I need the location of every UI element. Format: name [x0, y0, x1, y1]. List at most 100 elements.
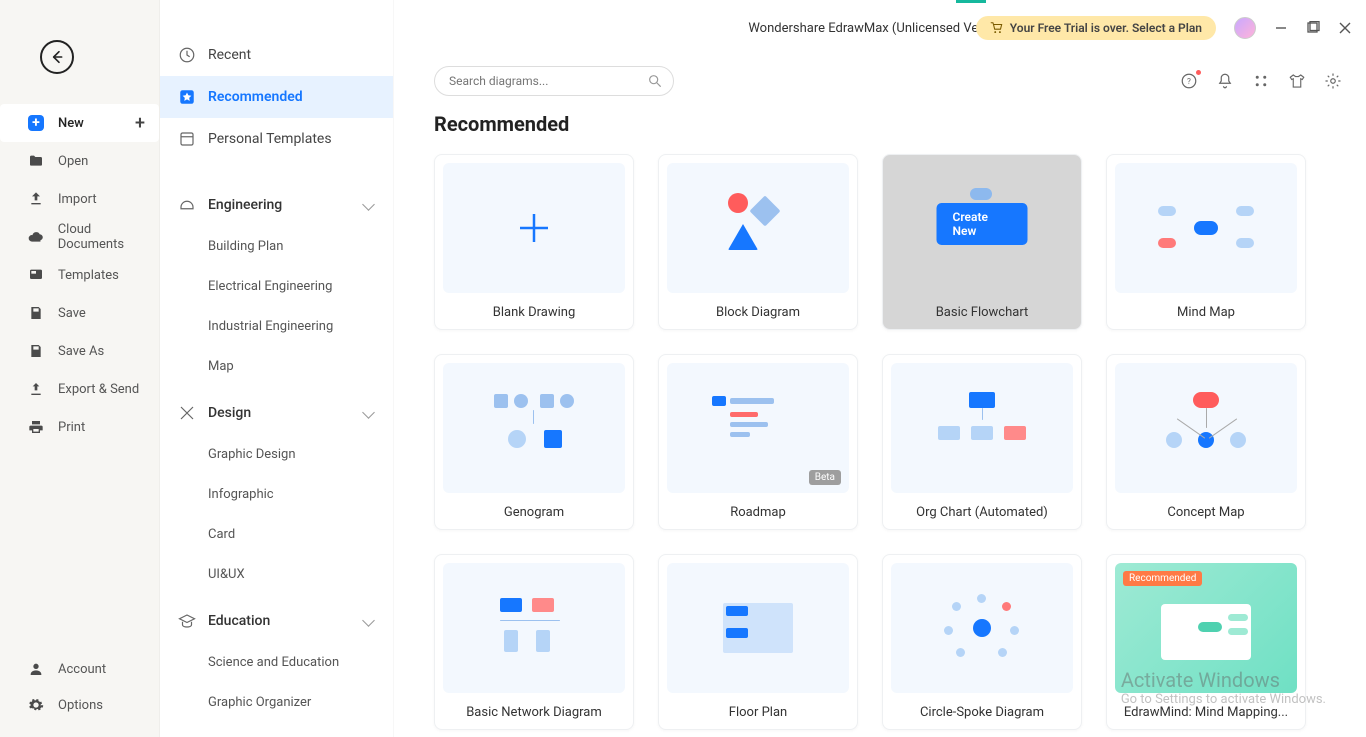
nav-cloud[interactable]: Cloud Documents [0, 218, 159, 256]
sub-graphic-design[interactable]: Graphic Design [160, 434, 393, 474]
card-label: Blank Drawing [435, 301, 633, 324]
card-label: Org Chart (Automated) [883, 501, 1081, 524]
sub-organizer[interactable]: Graphic Organizer [160, 682, 393, 722]
card-label: Concept Map [1107, 501, 1305, 524]
star-icon [178, 88, 196, 106]
card-preview [891, 563, 1073, 693]
card-roadmap[interactable]: Beta Roadmap [658, 354, 858, 530]
nav-open[interactable]: Open [0, 142, 159, 180]
nav-options[interactable]: Options [0, 687, 159, 723]
card-circle-spoke[interactable]: Circle-Spoke Diagram [882, 554, 1082, 730]
card-preview: Create New [891, 163, 1073, 293]
minimize-button[interactable] [1274, 21, 1288, 35]
nav-label: Print [58, 420, 85, 435]
nav-export[interactable]: Export & Send [0, 370, 159, 408]
card-label: Roadmap [659, 501, 857, 524]
help-icon[interactable]: ? [1180, 72, 1198, 90]
nav-account[interactable]: Account [0, 651, 159, 687]
card-block-diagram[interactable]: Block Diagram [658, 154, 858, 330]
maximize-button[interactable] [1306, 21, 1320, 35]
bell-icon[interactable] [1216, 72, 1234, 90]
nav-label: Open [58, 154, 88, 169]
toolbar-icons: ? [1180, 72, 1342, 90]
trial-text: Your Free Trial is over. Select a Plan [1010, 21, 1202, 35]
cat-recent[interactable]: Recent [160, 34, 393, 76]
card-basic-flowchart[interactable]: Create New Basic Flowchart [882, 154, 1082, 330]
print-icon [28, 419, 44, 435]
card-blank-drawing[interactable]: Blank Drawing [434, 154, 634, 330]
card-org-chart[interactable]: Org Chart (Automated) [882, 354, 1082, 530]
group-label: Design [208, 405, 251, 421]
sub-building-plan[interactable]: Building Plan [160, 226, 393, 266]
card-edrawmind[interactable]: Recommended EdrawMind: Mind Mapping... [1106, 554, 1306, 730]
group-label: Education [208, 613, 270, 629]
nav-label: Save As [58, 344, 104, 359]
nav-templates[interactable]: Templates [0, 256, 159, 294]
close-button[interactable] [1338, 21, 1352, 35]
category-sidebar: Recent Recommended Personal Templates En… [160, 0, 394, 737]
card-preview [667, 563, 849, 693]
card-preview [1115, 363, 1297, 493]
beta-badge: Beta [809, 470, 841, 485]
sub-industrial[interactable]: Industrial Engineering [160, 306, 393, 346]
create-new-button[interactable]: Create New [937, 203, 1028, 245]
settings-icon[interactable] [1324, 72, 1342, 90]
cat-recommended[interactable]: Recommended [160, 76, 393, 118]
nav-new[interactable]: + New + [0, 104, 159, 142]
card-network-diagram[interactable]: Basic Network Diagram [434, 554, 634, 730]
toolbar: ? [394, 56, 1366, 106]
sub-card[interactable]: Card [160, 514, 393, 554]
gear-icon [28, 697, 44, 713]
card-label: Block Diagram [659, 301, 857, 324]
save-as-icon [28, 343, 44, 359]
card-label: Genogram [435, 501, 633, 524]
group-label: Engineering [208, 197, 282, 213]
card-preview [443, 363, 625, 493]
search-box[interactable] [434, 66, 674, 96]
nav-print[interactable]: Print [0, 408, 159, 446]
nav-label: Export & Send [58, 382, 139, 397]
card-label: Mind Map [1107, 301, 1305, 324]
graduation-icon [178, 612, 196, 630]
nav-save[interactable]: Save [0, 294, 159, 332]
card-preview [1115, 163, 1297, 293]
sub-infographic[interactable]: Infographic [160, 474, 393, 514]
cat-label: Recent [208, 47, 251, 63]
user-icon [28, 661, 44, 677]
nav-label: Save [58, 306, 86, 321]
card-genogram[interactable]: Genogram [434, 354, 634, 530]
sub-electrical[interactable]: Electrical Engineering [160, 266, 393, 306]
primary-sidebar: + New + Open Import Cloud Documents Temp… [0, 0, 160, 737]
template-grid: Blank Drawing Block Diagram [434, 154, 1326, 730]
trial-banner[interactable]: Your Free Trial is over. Select a Plan [976, 16, 1216, 40]
card-preview: Recommended [1115, 563, 1297, 693]
nav-label: Templates [58, 268, 119, 283]
card-preview [667, 163, 849, 293]
sub-map[interactable]: Map [160, 346, 393, 386]
avatar[interactable] [1234, 17, 1256, 39]
sub-science[interactable]: Science and Education [160, 642, 393, 682]
search-icon [647, 73, 663, 89]
nav-label: Options [58, 698, 103, 713]
nav-import[interactable]: Import [0, 180, 159, 218]
card-concept-map[interactable]: Concept Map [1106, 354, 1306, 530]
apps-icon[interactable] [1252, 72, 1270, 90]
nav-save-as[interactable]: Save As [0, 332, 159, 370]
tshirt-icon[interactable] [1288, 72, 1306, 90]
sub-uiux[interactable]: UI&UX [160, 554, 393, 594]
plus-box-icon: + [28, 115, 44, 131]
group-design[interactable]: Design [160, 392, 393, 434]
search-input[interactable] [449, 74, 647, 88]
cloud-icon [28, 229, 44, 245]
main-area: Wondershare EdrawMax (Unlicensed Version… [394, 0, 1366, 737]
svg-text:?: ? [1187, 77, 1191, 87]
card-label: Basic Network Diagram [435, 701, 633, 724]
add-icon[interactable]: + [135, 113, 145, 134]
cat-personal[interactable]: Personal Templates [160, 118, 393, 160]
back-button[interactable] [40, 40, 74, 74]
group-education[interactable]: Education [160, 600, 393, 642]
group-engineering[interactable]: Engineering [160, 184, 393, 226]
card-mind-map[interactable]: Mind Map [1106, 154, 1306, 330]
card-floor-plan[interactable]: Floor Plan [658, 554, 858, 730]
helmet-icon [178, 196, 196, 214]
